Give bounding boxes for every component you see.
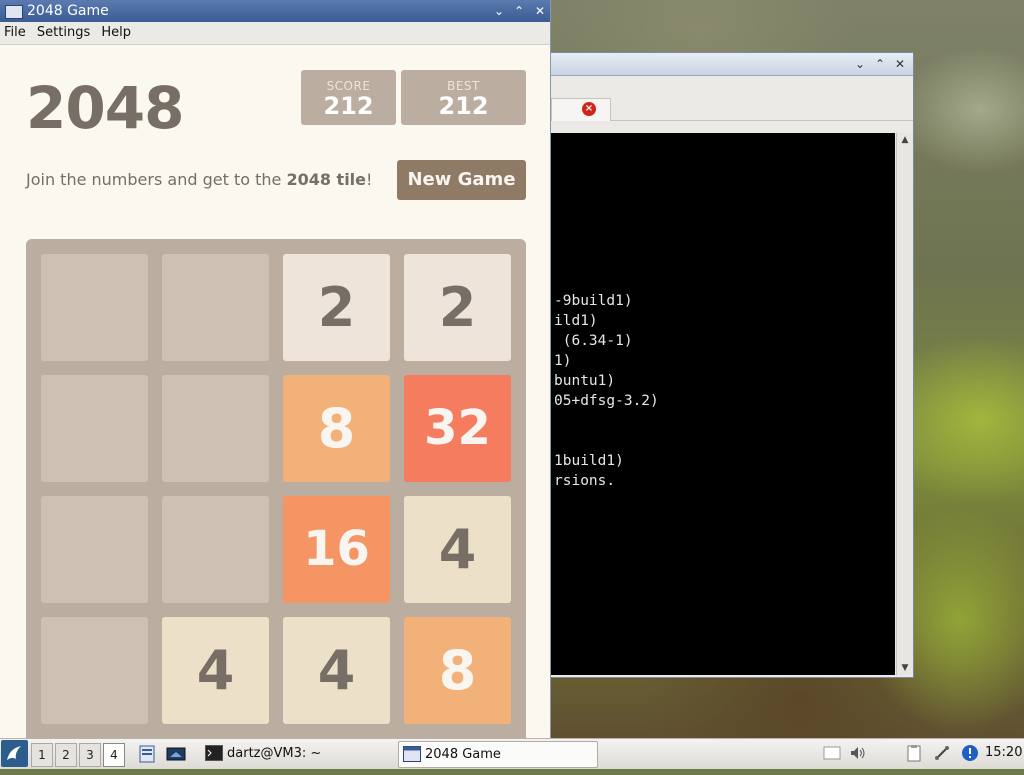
terminal-scrollbar[interactable]: ▲ ▼ [896, 133, 913, 675]
task-terminal[interactable]: dartz@VM3: ~ [201, 741, 393, 766]
menu-help[interactable]: Help [97, 22, 134, 44]
empty-cell [162, 496, 269, 603]
new-game-button[interactable]: New Game [397, 160, 526, 200]
maximize-icon[interactable]: ⌃ [510, 2, 528, 20]
intro-text: Join the numbers and get to the 2048 til… [26, 170, 372, 190]
best-box: BEST 212 [401, 70, 526, 125]
empty-cell [41, 254, 148, 361]
volume-icon[interactable] [849, 744, 867, 762]
terminal-icon [205, 745, 223, 761]
empty-cell [41, 617, 148, 724]
tile-2: 2 [283, 254, 390, 361]
bird-icon [7, 746, 21, 760]
scroll-down-icon[interactable]: ▼ [897, 661, 913, 675]
score-value: 212 [323, 92, 374, 120]
empty-cell [41, 496, 148, 603]
menubar: File Settings Help [0, 22, 550, 45]
empty-cell [162, 254, 269, 361]
task-2048[interactable]: 2048 Game [398, 741, 598, 768]
maximize-icon[interactable]: ⌃ [871, 55, 889, 73]
info-icon[interactable] [961, 744, 979, 762]
window-icon [5, 5, 23, 19]
terminal-line: 05+dfsg-3.2) [554, 393, 659, 409]
empty-cell [162, 375, 269, 482]
close-icon[interactable]: ✕ [531, 2, 549, 20]
terminal-line: 1) [554, 353, 572, 369]
best-label: BEST [447, 79, 480, 93]
minimize-icon[interactable]: ⌄ [490, 2, 508, 20]
tile-16: 16 [283, 496, 390, 603]
minimize-icon[interactable]: ⌄ [851, 55, 869, 73]
empty-cell [41, 375, 148, 482]
terminal-line: (6.34-1) [554, 333, 633, 349]
game-window[interactable]: 2048 Game ⌄ ⌃ ✕ File Settings Help 2048 … [0, 0, 551, 738]
terminal-line: rsions. [554, 473, 616, 489]
start-menu-button[interactable] [1, 740, 28, 767]
tile-8: 8 [404, 617, 511, 724]
terminal-line: -9build1) [554, 293, 633, 309]
tile-4: 4 [404, 496, 511, 603]
game-content: 2048 SCORE 212 BEST 212 Join the numbers… [0, 45, 550, 738]
window-icon [403, 746, 421, 762]
network-icon[interactable] [933, 744, 951, 762]
file-manager-icon[interactable] [137, 744, 157, 764]
intro-bold: 2048 tile [286, 170, 367, 189]
intro-suffix: ! [366, 170, 373, 189]
close-icon[interactable]: ✕ [891, 55, 909, 73]
best-value: 212 [438, 92, 489, 120]
terminal-tab[interactable]: × [551, 98, 611, 121]
tile-4: 4 [162, 617, 269, 724]
terminal-window[interactable]: ⌄ ⌃ ✕ × -9build1) ild1) (6.34-1) 1) buntu1)… [550, 52, 914, 678]
menu-settings[interactable]: Settings [33, 22, 93, 44]
tab-close-icon[interactable]: × [582, 102, 596, 116]
task-terminal-label: dartz@VM3: ~ [227, 746, 322, 761]
clock[interactable]: 15:20 [985, 745, 1022, 760]
window-title: 2048 Game [27, 3, 109, 19]
terminal-line: buntu1) [554, 373, 616, 389]
desktop-icon[interactable] [166, 744, 186, 764]
workspace-1[interactable]: 1 [31, 743, 53, 767]
terminal-titlebar[interactable]: ⌄ ⌃ ✕ [551, 53, 913, 76]
workspace-3[interactable]: 3 [79, 743, 101, 767]
task-2048-label: 2048 Game [425, 747, 501, 762]
score-box: SCORE 212 [301, 70, 396, 125]
tile-4: 4 [283, 617, 390, 724]
terminal-output[interactable]: -9build1) ild1) (6.34-1) 1) buntu1) 05+dfsg-… [551, 133, 895, 675]
game-heading: 2048 [26, 74, 184, 142]
intro-prefix: Join the numbers and get to the [26, 170, 287, 189]
menu-file[interactable]: File [0, 22, 29, 44]
tile-8: 8 [283, 375, 390, 482]
game-board[interactable]: 2 2 8 32 16 4 4 4 8 [26, 239, 526, 738]
terminal-line: 1build1) [554, 453, 624, 469]
game-titlebar[interactable]: 2048 Game ⌄ ⌃ ✕ [0, 0, 550, 22]
clipboard-icon[interactable] [905, 744, 923, 762]
terminal-tabbar: × [551, 76, 913, 121]
taskbar: 1 2 3 4 dartz@VM3: ~ 2048 Game 15:20 [0, 738, 1024, 769]
workspace-4[interactable]: 4 [103, 743, 125, 767]
workspace-2[interactable]: 2 [55, 743, 77, 767]
tile-2: 2 [404, 254, 511, 361]
blank-tray-icon[interactable] [823, 744, 841, 762]
score-label: SCORE [326, 79, 371, 93]
terminal-line: ild1) [554, 313, 598, 329]
tile-32: 32 [404, 375, 511, 482]
scroll-up-icon[interactable]: ▲ [897, 133, 913, 147]
